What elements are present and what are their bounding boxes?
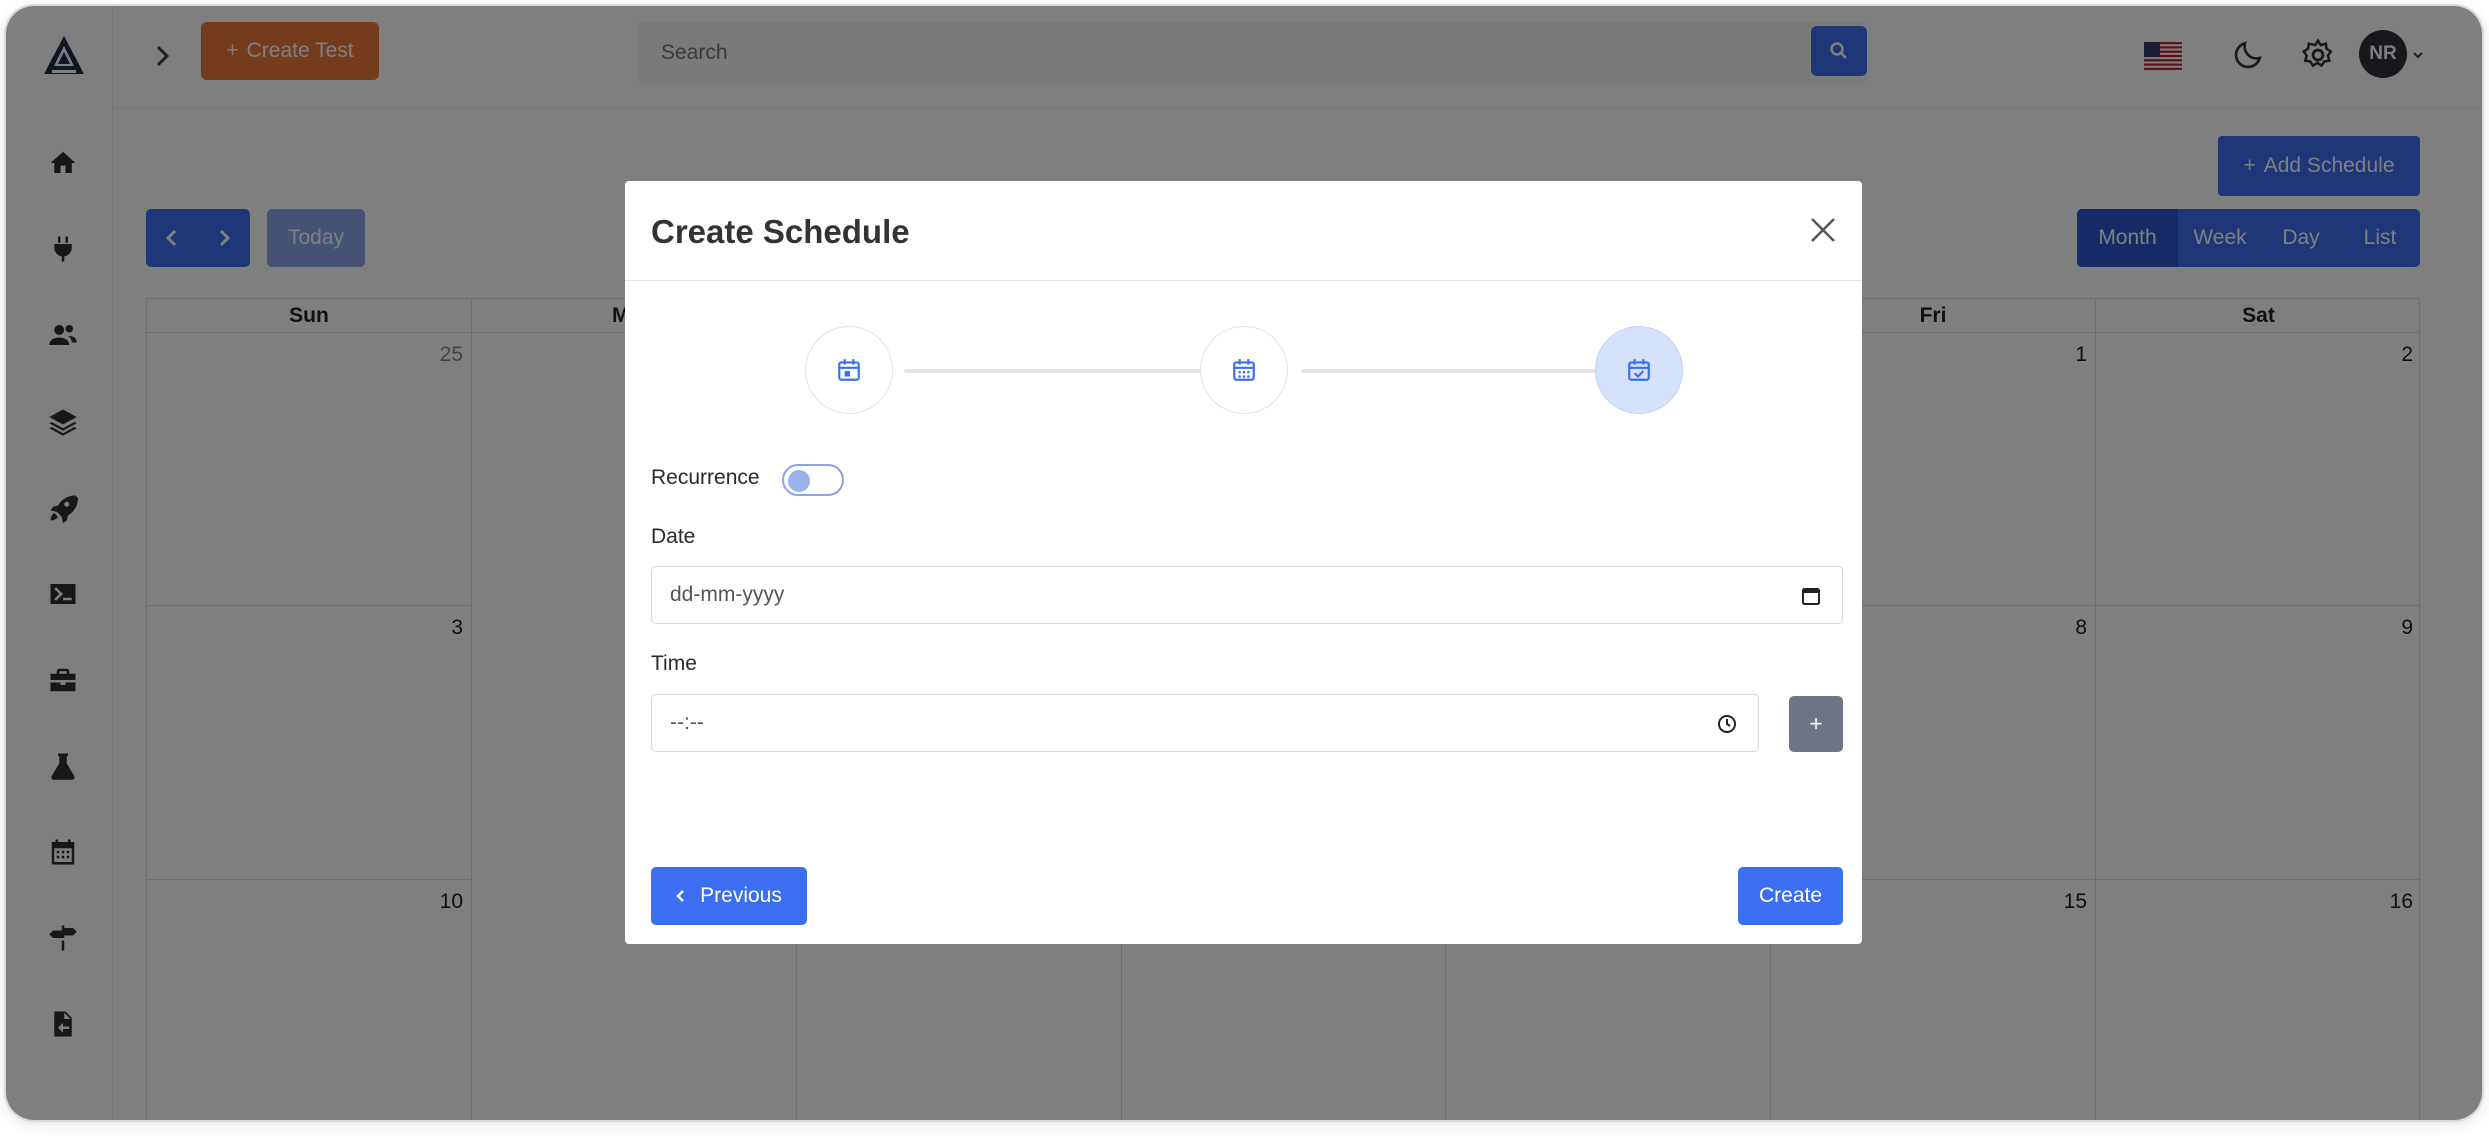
step-3[interactable] [1595,326,1683,414]
step-connector [904,369,1204,373]
calendar-picker-icon[interactable] [1800,585,1822,607]
step-connector [1301,369,1601,373]
add-time-button[interactable]: + [1789,696,1843,752]
time-placeholder: --:-- [670,711,704,734]
close-icon[interactable] [1806,213,1840,247]
create-label: Create [1758,884,1823,907]
date-placeholder: dd-mm-yyyy [670,583,785,606]
date-label: Date [651,525,696,548]
calendar-step-icon [838,359,860,381]
previous-button[interactable]: Previous [651,867,807,925]
chevron-left-icon [676,890,685,902]
clock-icon[interactable] [1716,713,1738,735]
step-1[interactable] [805,326,893,414]
step-2[interactable] [1200,326,1288,414]
recurrence-toggle[interactable] [782,464,844,496]
time-label: Time [651,652,697,675]
app-window: + Create Test NR + Add Schedule Today Mo… [6,6,2482,1120]
date-field[interactable]: dd-mm-yyyy [651,566,1843,624]
modal-header: Create Schedule [625,181,1862,281]
calendar-check-step-icon [1628,359,1650,381]
calendar-grid-step-icon [1233,359,1255,381]
previous-label: Previous [700,884,782,907]
time-field[interactable]: --:-- [651,694,1759,752]
create-button[interactable]: Create [1738,867,1843,925]
add-time-label: + [1809,711,1823,736]
modal-title: Create Schedule [651,213,910,250]
toggle-knob [788,470,810,492]
recurrence-label: Recurrence [651,466,760,489]
create-schedule-modal: Create Schedule Recurrence Date dd-mm-yy… [625,181,1862,944]
